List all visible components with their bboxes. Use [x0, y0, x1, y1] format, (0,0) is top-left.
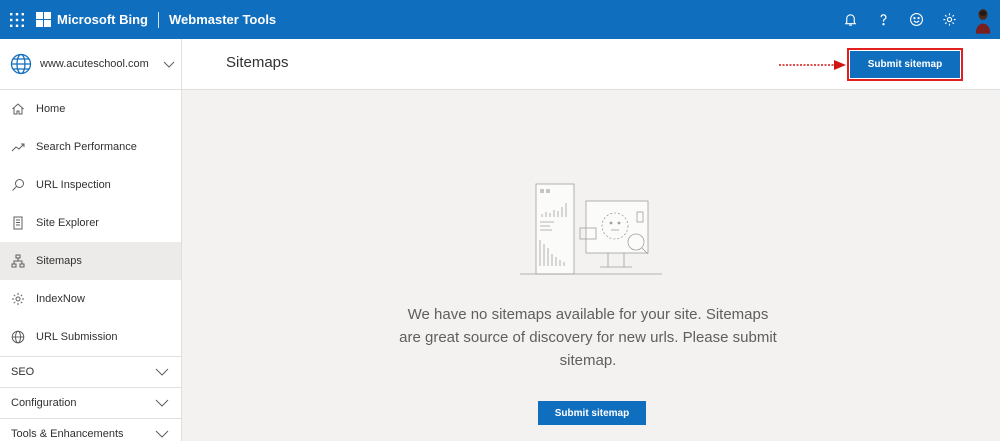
- page-header: Sitemaps Submit sitemap: [182, 39, 1000, 90]
- search-icon: [11, 178, 25, 192]
- sitemap-icon: [11, 254, 25, 268]
- settings-icon[interactable]: [933, 0, 966, 39]
- chevron-down-icon: [155, 399, 169, 407]
- site-selector[interactable]: www.acuteschool.com: [0, 39, 181, 90]
- trend-icon: [11, 140, 25, 154]
- sidebar-item-label: Site Explorer: [36, 217, 99, 229]
- site-name: www.acuteschool.com: [40, 58, 149, 70]
- sidebar-group-label: Tools & Enhancements: [11, 428, 124, 440]
- sidebar-item-home[interactable]: Home: [0, 90, 181, 128]
- sidebar-item-label: URL Submission: [36, 331, 118, 343]
- page-title: Sitemaps: [226, 54, 289, 71]
- globe-icon: [11, 330, 25, 344]
- gear-icon: [11, 292, 25, 306]
- sidebar-item-label: URL Inspection: [36, 179, 111, 191]
- notifications-icon[interactable]: [834, 0, 867, 39]
- top-bar: Microsoft Bing Webmaster Tools: [0, 0, 1000, 39]
- sidebar-group-seo[interactable]: SEO: [0, 356, 181, 387]
- sidebar-item-label: Home: [36, 103, 66, 115]
- sidebar-item-sitemaps[interactable]: Sitemaps: [0, 242, 181, 280]
- submit-sitemap-button[interactable]: Submit sitemap: [847, 48, 963, 81]
- chevron-down-icon: [163, 61, 175, 68]
- home-icon: [11, 102, 25, 116]
- empty-state-message: We have no sitemaps available for your s…: [399, 306, 777, 369]
- globe-icon: [10, 53, 32, 75]
- sidebar-group-configuration[interactable]: Configuration: [0, 387, 181, 418]
- avatar[interactable]: [966, 0, 1000, 39]
- brand-name: Microsoft Bing: [57, 12, 148, 27]
- sidebar-item-label: Search Performance: [36, 141, 137, 153]
- chevron-down-icon: [155, 368, 169, 376]
- empty-state: We have no sitemaps available for your s…: [182, 90, 1000, 441]
- feedback-icon[interactable]: [900, 0, 933, 39]
- sidebar-item-url-submission[interactable]: URL Submission: [0, 318, 181, 356]
- sidebar-group-label: Configuration: [11, 397, 77, 409]
- sidebar-item-indexnow[interactable]: IndexNow: [0, 280, 181, 318]
- sidebar: www.acuteschool.com Home Search Performa…: [0, 39, 182, 441]
- sidebar-item-site-explorer[interactable]: Site Explorer: [0, 204, 181, 242]
- chevron-down-icon: [155, 430, 169, 438]
- brand-divider: [158, 11, 159, 28]
- brand[interactable]: Microsoft Bing Webmaster Tools: [36, 11, 277, 28]
- sidebar-group-label: SEO: [11, 366, 35, 378]
- sidebar-item-url-inspection[interactable]: URL Inspection: [0, 166, 181, 204]
- sidebar-item-search-performance[interactable]: Search Performance: [0, 128, 181, 166]
- sidebar-group-tools[interactable]: Tools & Enhancements: [0, 418, 181, 441]
- submit-sitemap-button[interactable]: Submit sitemap: [538, 401, 646, 425]
- sidebar-item-label: IndexNow: [36, 293, 85, 305]
- product-name: Webmaster Tools: [169, 12, 277, 27]
- microsoft-logo-icon: [36, 12, 51, 27]
- empty-sitemaps-illustration-icon: [520, 183, 662, 275]
- arrow-annotation-icon: [779, 60, 846, 70]
- help-icon[interactable]: [867, 0, 900, 39]
- app-launcher-icon[interactable]: [0, 0, 34, 39]
- sidebar-item-label: Sitemaps: [36, 255, 82, 267]
- document-icon: [11, 216, 25, 230]
